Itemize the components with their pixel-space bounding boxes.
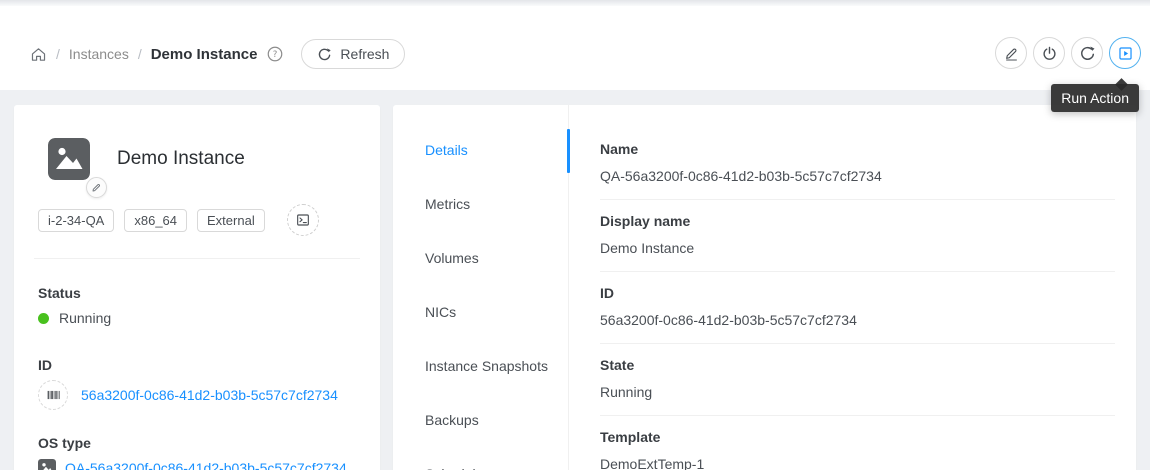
tab-backups[interactable]: Backups [425,412,479,428]
tab-instance-snapshots[interactable]: Instance Snapshots [425,358,548,374]
field-display-name: Display name Demo Instance [600,211,1115,258]
edit-button[interactable] [995,37,1027,69]
console-button[interactable] [287,204,319,236]
edit-pencil-icon [1003,45,1020,62]
svg-text:?: ? [273,50,278,60]
details-tab-nav: Details Metrics Volumes NICs Instance Sn… [393,105,569,470]
field-divider [600,271,1115,272]
refresh-icon [317,47,332,62]
tab-details[interactable]: Details [425,142,468,158]
field-divider [600,415,1115,416]
field-name: Name QA-56a3200f-0c86-41d2-b03b-5c57c7cf… [600,139,1115,186]
active-tab-indicator [567,129,570,173]
question-circle-icon[interactable]: ? [266,45,284,63]
field-template: Template DemoExtTemp-1 [600,427,1115,470]
power-icon [1041,45,1058,62]
page-header: / Instances / Demo Instance ? Refresh [0,6,1150,90]
field-label: ID [600,283,1115,303]
breadcrumb: / Instances / Demo Instance ? Refresh [30,38,405,70]
header-actions [995,37,1141,69]
run-action-button[interactable] [1109,37,1141,69]
card-divider [34,258,360,259]
tab-nics[interactable]: NICs [425,304,456,320]
instance-id-link[interactable]: 56a3200f-0c86-41d2-b03b-5c57c7cf2734 [81,387,338,403]
tag-instance-name[interactable]: i-2-34-QA [38,209,114,232]
field-value: Demo Instance [600,238,1115,258]
id-label: ID [38,357,356,373]
tag-arch[interactable]: x86_64 [124,209,187,232]
barcode-icon [38,380,68,410]
field-divider [600,199,1115,200]
breadcrumb-separator: / [138,46,142,62]
instance-title: Demo Instance [117,148,245,170]
os-image-icon [38,459,56,470]
field-label: Name [600,139,1115,159]
instance-details-card: Details Metrics Volumes NICs Instance Sn… [393,105,1136,470]
edit-name-button[interactable] [86,177,107,198]
field-id: ID 56a3200f-0c86-41d2-b03b-5c57c7cf2734 [600,283,1115,330]
tab-schedules[interactable]: Schedules [425,466,490,470]
details-panel: Name QA-56a3200f-0c86-41d2-b03b-5c57c7cf… [569,105,1136,470]
tab-metrics[interactable]: Metrics [425,196,470,212]
os-type-label: OS type [38,435,356,451]
tag-hypervisor[interactable]: External [197,209,265,232]
field-state: State Running [600,355,1115,402]
field-value: QA-56a3200f-0c86-41d2-b03b-5c57c7cf2734 [600,166,1115,186]
tooltip-text: Run Action [1061,90,1129,106]
stop-instance-button[interactable] [1033,37,1065,69]
breadcrumb-item-current: Demo Instance [151,46,258,63]
run-action-tooltip: Run Action [1051,84,1139,112]
status-row: Running [38,310,356,326]
field-value: DemoExtTemp-1 [600,454,1115,470]
breadcrumb-separator: / [56,46,60,62]
instance-header: Demo Instance [48,138,356,180]
os-type-row: QA-56a3200f-0c86-41d2-b03b-5c57c7cf2734 [38,459,356,470]
refresh-button-label: Refresh [340,46,389,62]
tab-volumes[interactable]: Volumes [425,250,479,266]
status-dot [38,313,49,324]
reload-icon [1079,45,1096,62]
field-divider [600,343,1115,344]
field-label: Display name [600,211,1115,231]
status-value: Running [59,310,111,326]
field-label: Template [600,427,1115,447]
breadcrumb-item-instances[interactable]: Instances [69,46,129,62]
home-icon[interactable] [30,46,47,63]
os-type-link[interactable]: QA-56a3200f-0c86-41d2-b03b-5c57c7cf2734 [65,460,347,470]
tooltip-arrow [1115,78,1128,91]
field-value: 56a3200f-0c86-41d2-b03b-5c57c7cf2734 [600,310,1115,330]
refresh-button[interactable]: Refresh [301,39,405,69]
instance-image-icon [48,138,90,180]
id-row: 56a3200f-0c86-41d2-b03b-5c57c7cf2734 [38,380,356,410]
instance-tags: i-2-34-QA x86_64 External [38,204,356,236]
field-value: Running [600,382,1115,402]
field-label: State [600,355,1115,375]
status-label: Status [38,285,356,301]
caret-right-square-icon [1117,45,1134,62]
reboot-instance-button[interactable] [1071,37,1103,69]
instance-summary-card: Demo Instance i-2-34-QA x86_64 External … [14,105,380,470]
